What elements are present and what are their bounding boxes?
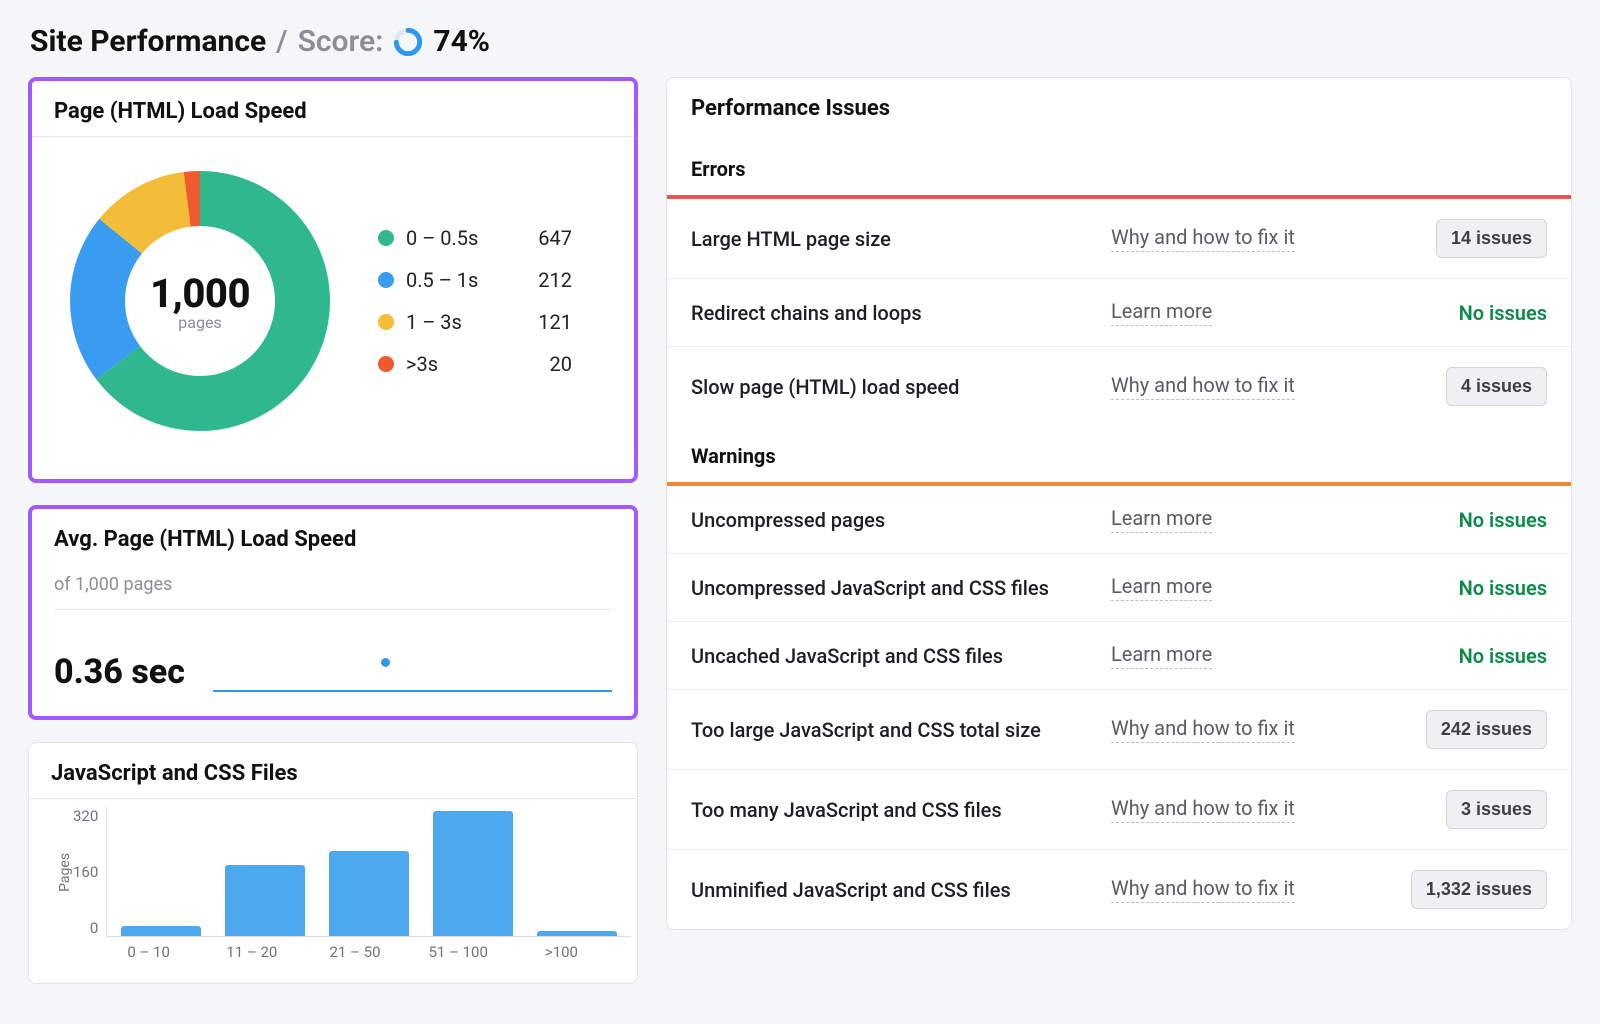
jscss-xticks: 0 – 10 11 – 20 21 – 50 51 – 100 >100	[51, 937, 615, 961]
legend-value: 212	[518, 268, 572, 292]
issue-help-link[interactable]: Why and how to fix it	[1111, 876, 1295, 903]
avg-title: Avg. Page (HTML) Load Speed	[32, 509, 634, 564]
sparkline-baseline	[213, 690, 612, 692]
load-speed-legend: 0 – 0.5s 647 0.5 – 1s 212 1 – 3s 121 >3s 20	[378, 226, 572, 376]
bar-category: 0 – 10	[109, 943, 188, 961]
issue-no-issues: No issues	[1387, 644, 1547, 668]
avg-load-speed-card: Avg. Page (HTML) Load Speed of 1,000 pag…	[28, 505, 638, 720]
issue-row: Uncompressed JavaScript and CSS files Lea…	[667, 554, 1571, 622]
bar-category: 51 – 100	[419, 943, 498, 961]
legend-row: 1 – 3s 121	[378, 310, 572, 334]
issue-row: Uncached JavaScript and CSS files Learn m…	[667, 622, 1571, 690]
issue-help-link[interactable]: Why and how to fix it	[1111, 225, 1295, 252]
legend-value: 20	[518, 352, 572, 376]
jscss-title: JavaScript and CSS Files	[29, 743, 637, 798]
avg-value: 0.36 sec	[54, 652, 185, 692]
issue-row: Redirect chains and loops Learn more No is…	[667, 279, 1571, 347]
legend-dot-icon	[378, 356, 394, 372]
issue-help-link[interactable]: Why and how to fix it	[1111, 796, 1295, 823]
bar	[329, 851, 409, 936]
warnings-section-label: Warnings	[667, 426, 1571, 482]
issue-row: Uncompressed pages Learn more No issues	[667, 486, 1571, 554]
score-label: Score:	[298, 24, 384, 59]
legend-dot-icon	[378, 314, 394, 330]
issue-name: Uncompressed pages	[691, 508, 1095, 532]
issues-title: Performance Issues	[667, 78, 1571, 139]
issue-row: Too large JavaScript and CSS total size W…	[667, 690, 1571, 770]
page-title: Site Performance	[30, 24, 266, 59]
legend-dot-icon	[378, 230, 394, 246]
legend-row: 0.5 – 1s 212	[378, 268, 572, 292]
jscss-chart[interactable]: Pages 320 160 0 0 – 10 11 – 20 21 – 50 51 –…	[29, 799, 637, 983]
breadcrumb-separator: /	[276, 24, 287, 59]
issue-row: Slow page (HTML) load speed Why and how t…	[667, 347, 1571, 426]
issue-count-button[interactable]: 14 issues	[1436, 219, 1547, 258]
legend-dot-icon	[378, 272, 394, 288]
avg-subtitle: of 1,000 pages	[54, 574, 612, 595]
bar	[433, 811, 513, 936]
sparkline-point-icon	[381, 658, 390, 667]
legend-label: >3s	[406, 352, 506, 376]
issue-name: Uncompressed JavaScript and CSS files	[691, 576, 1095, 600]
errors-list: Large HTML page size Why and how to fix i…	[667, 199, 1571, 426]
legend-value: 121	[518, 310, 572, 334]
issue-name: Slow page (HTML) load speed	[691, 375, 1095, 399]
issue-row: Large HTML page size Why and how to fix i…	[667, 199, 1571, 279]
legend-value: 647	[518, 226, 572, 250]
jscss-card: JavaScript and CSS Files Pages 320 160 0…	[28, 742, 638, 984]
issue-help-link[interactable]: Learn more	[1111, 506, 1212, 533]
issue-name: Large HTML page size	[691, 227, 1095, 251]
bar	[121, 926, 201, 936]
bar-category: 11 – 20	[212, 943, 291, 961]
issue-no-issues: No issues	[1387, 576, 1547, 600]
issue-help-link[interactable]: Learn more	[1111, 574, 1212, 601]
performance-issues-card: Performance Issues Errors Large HTML pag…	[666, 77, 1572, 930]
bar-category: >100	[522, 943, 601, 961]
issue-count-button[interactable]: 4 issues	[1446, 367, 1547, 406]
issue-count-button[interactable]: 3 issues	[1446, 790, 1547, 829]
bar	[225, 865, 305, 936]
bar	[537, 931, 617, 936]
site-performance-page: Site Performance / Score: 74% Page (HTML…	[0, 0, 1600, 1024]
donut-center: 1,000 pages	[50, 151, 350, 451]
issue-name: Redirect chains and loops	[691, 301, 1095, 325]
load-speed-chart[interactable]: 1,000 pages 0 – 0.5s 647 0.5 – 1s 212 1 – 3s…	[32, 137, 634, 479]
issue-row: Unminified JavaScript and CSS files Why a…	[667, 850, 1571, 929]
score-ring-icon	[393, 27, 423, 57]
legend-label: 0.5 – 1s	[406, 268, 506, 292]
load-speed-title: Page (HTML) Load Speed	[32, 81, 634, 136]
issue-help-link[interactable]: Why and how to fix it	[1111, 716, 1295, 743]
jscss-ylabel: Pages	[51, 853, 73, 892]
issue-name: Too large JavaScript and CSS total size	[691, 718, 1095, 742]
score-value: 74%	[433, 24, 490, 59]
issue-help-link[interactable]: Why and how to fix it	[1111, 373, 1295, 400]
legend-label: 0 – 0.5s	[406, 226, 506, 250]
donut-total-label: pages	[178, 313, 221, 332]
warnings-list: Uncompressed pagesLearn moreNo issuesUnc…	[667, 486, 1571, 929]
issue-count-button[interactable]: 242 issues	[1426, 710, 1547, 749]
errors-section-label: Errors	[667, 139, 1571, 195]
jscss-bars	[106, 807, 631, 937]
legend-row: 0 – 0.5s 647	[378, 226, 572, 250]
legend-row: >3s 20	[378, 352, 572, 376]
avg-sparkline[interactable]	[213, 628, 612, 692]
load-speed-card: Page (HTML) Load Speed 1,000 pages 0 – 0…	[28, 77, 638, 483]
issue-name: Unminified JavaScript and CSS files	[691, 878, 1095, 902]
legend-label: 1 – 3s	[406, 310, 506, 334]
issue-help-link[interactable]: Learn more	[1111, 642, 1212, 669]
bar-category: 21 – 50	[315, 943, 394, 961]
issue-row: Too many JavaScript and CSS files Why and…	[667, 770, 1571, 850]
issue-help-link[interactable]: Learn more	[1111, 299, 1212, 326]
issue-no-issues: No issues	[1387, 508, 1547, 532]
page-header: Site Performance / Score: 74%	[30, 24, 1572, 59]
donut-total-value: 1,000	[150, 270, 250, 317]
issue-no-issues: No issues	[1387, 301, 1547, 325]
jscss-yticks: 320 160 0	[73, 807, 106, 937]
issue-name: Uncached JavaScript and CSS files	[691, 644, 1095, 668]
issue-name: Too many JavaScript and CSS files	[691, 798, 1095, 822]
issue-count-button[interactable]: 1,332 issues	[1411, 870, 1547, 909]
